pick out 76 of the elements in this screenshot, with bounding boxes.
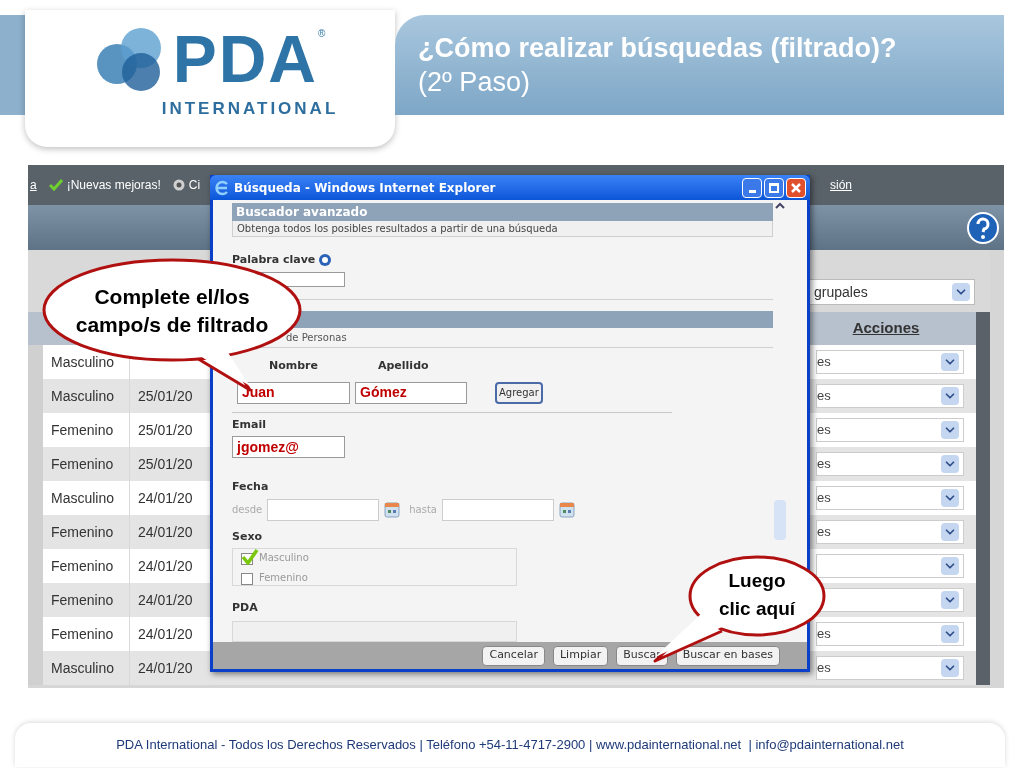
checkmark-icon (48, 179, 63, 191)
action-select[interactable]: es (816, 656, 964, 680)
add-button[interactable]: Agregar (495, 381, 543, 404)
date-field[interactable] (441, 498, 554, 521)
slide-subtitle: (2º Paso) (418, 66, 531, 99)
slide-title: ¿Cómo realizar búsquedas (filtrado)? (418, 32, 898, 65)
maximize-button[interactable] (764, 177, 784, 198)
window-title: Búsqueda - Windows Internet Explorer (234, 179, 496, 197)
scrollbar-thumb[interactable] (774, 500, 786, 540)
table-cell-text: Femenino (51, 590, 114, 610)
email-field[interactable]: jgomez@ (232, 436, 345, 459)
table-cell-text: Femenino (51, 454, 114, 474)
table-cell-text: Femenino (51, 624, 114, 644)
table-cell-text: 24/01/20 (138, 590, 193, 610)
callout-text: Luego clic aquí (718, 569, 797, 621)
action-select[interactable]: es (816, 384, 964, 408)
scroll-up-icon[interactable] (775, 202, 785, 210)
field-label: Email (232, 416, 266, 433)
action-select[interactable]: es (816, 452, 964, 476)
dialog-button[interactable]: Limpiar (553, 645, 609, 666)
table-cell-text: Femenino (51, 522, 114, 542)
minimize-button[interactable] (742, 177, 762, 198)
gear-icon (172, 179, 185, 191)
checkbox[interactable] (241, 549, 259, 566)
field-label: PDA (232, 600, 258, 617)
browser-logo-icon (214, 179, 230, 196)
option-label: Femenino (259, 571, 308, 586)
table-cell-text: Femenino (51, 420, 114, 440)
table-cell-text: 24/01/20 (138, 624, 193, 644)
top-link[interactable]: Ci (188, 176, 201, 194)
action-select[interactable]: es (816, 520, 964, 544)
section-description: Obtenga todos los posibles resultados a partir de una búsqueda (232, 221, 773, 237)
field-label: Apellido (378, 358, 429, 375)
option-label: Masculino (259, 551, 309, 566)
table-cell-text: 24/01/20 (138, 522, 193, 542)
calendar-icon[interactable] (384, 501, 401, 518)
table-cell-text: 24/01/20 (138, 556, 193, 576)
surname-field[interactable]: Gómez (355, 381, 467, 404)
dialog-button[interactable]: Buscar en bases (675, 645, 780, 666)
table-cell-text: 25/01/20 (138, 420, 193, 440)
field-label: Fecha (232, 479, 269, 496)
logo-subtitle: INTERNATIONAL (161, 98, 339, 120)
table-cell-text: Femenino (51, 556, 114, 576)
field-label: desde (232, 503, 263, 518)
table-cell-text: 25/01/20 (138, 386, 193, 406)
group-caption: de Personas (286, 330, 347, 345)
table-cell-text: 24/01/20 (138, 658, 193, 678)
top-link[interactable]: ¡Nuevas mejoras! (66, 176, 161, 194)
logout-link[interactable]: sión (830, 176, 852, 194)
date-field[interactable] (267, 498, 380, 521)
action-select[interactable]: es (816, 350, 964, 374)
column-header[interactable]: Acciones (852, 317, 920, 340)
field-label: Palabra clave (232, 252, 316, 268)
action-select[interactable]: es (816, 418, 964, 442)
dialog-button[interactable]: Cancelar (482, 645, 545, 666)
close-icon[interactable] (791, 182, 801, 193)
callout-text: Complete el/los campo/s de filtrado (74, 284, 270, 338)
section-header: Buscador avanzado (232, 203, 773, 221)
action-select[interactable]: es (816, 486, 964, 510)
footer-text: PDA International - Todos los Derechos Reservados | Teléfono +54-11-4717-2900 | www.pdainternational.net | info@pdainternational.net (116, 736, 904, 755)
table-cell-text: Masculino (51, 352, 115, 372)
field-label: hasta (409, 503, 437, 518)
table-cell-text: Masculino (51, 488, 115, 508)
calendar-icon[interactable] (558, 501, 575, 518)
action-select[interactable]: es (816, 622, 964, 646)
table-cell-text: 24/01/20 (138, 488, 193, 508)
table-cell-text: 25/01/20 (138, 454, 193, 474)
logo-name: PDA (172, 26, 318, 92)
registered-mark: ® (318, 27, 326, 39)
table-cell-text: Masculino (51, 386, 115, 406)
dialog-button[interactable]: Buscar (616, 645, 668, 666)
field-label: Nombre (269, 358, 318, 375)
table-cell-text: Masculino (51, 658, 115, 678)
field-label: Sexo (232, 528, 263, 545)
close-button[interactable] (786, 177, 806, 198)
top-link[interactable]: a (30, 176, 37, 194)
